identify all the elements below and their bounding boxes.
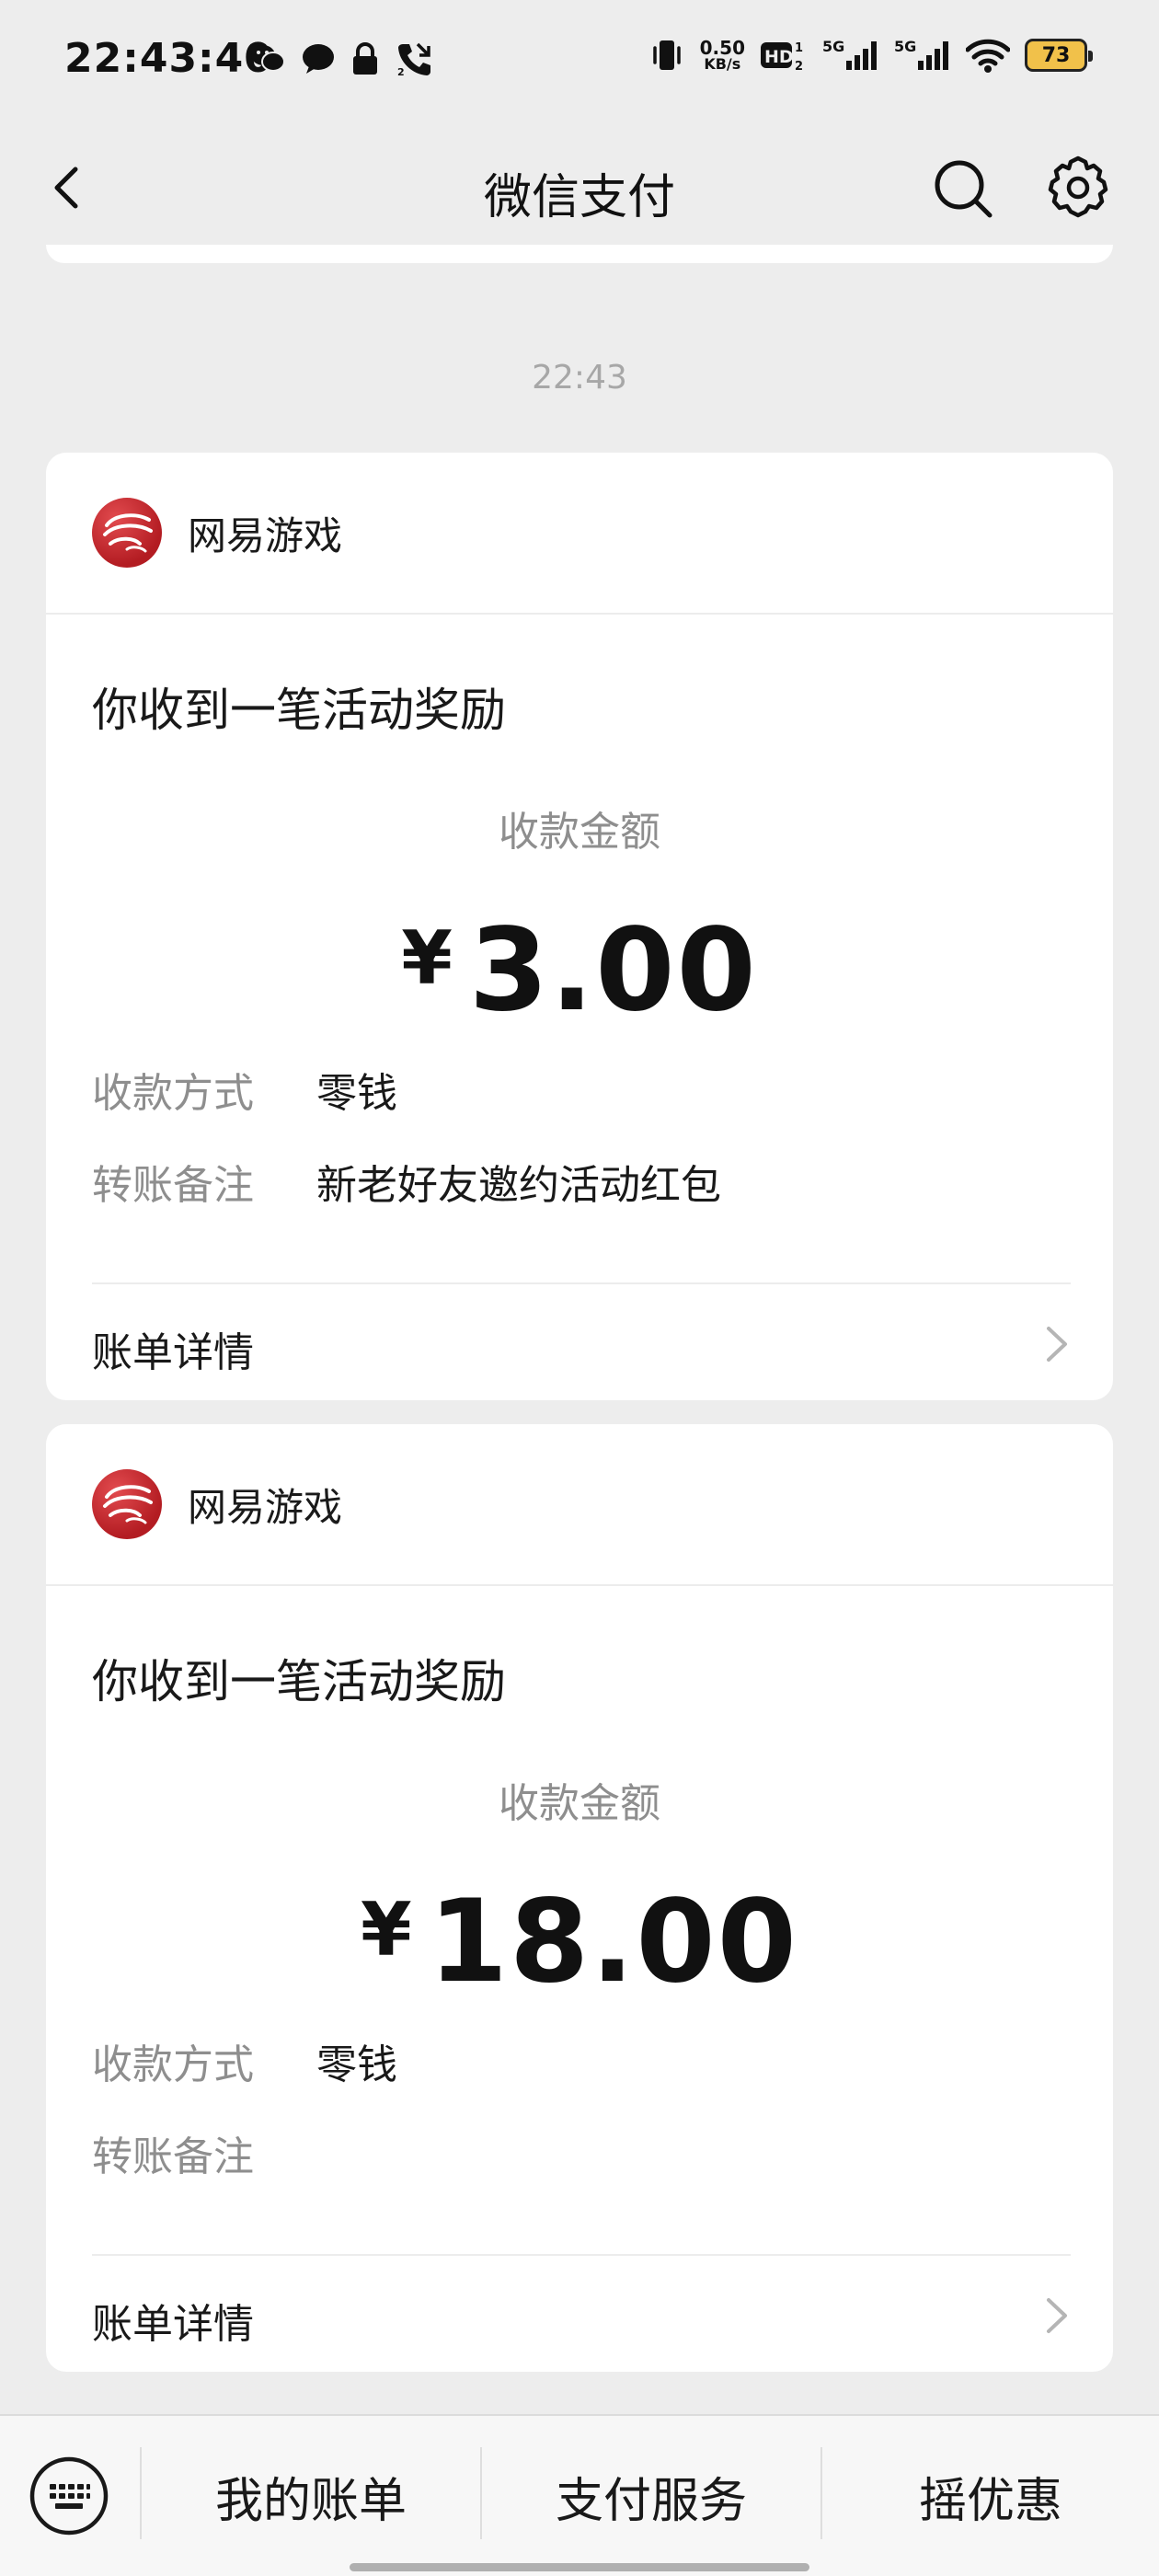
lock-icon [353, 42, 377, 75]
detail-key: 收款方式 [92, 1070, 254, 1117]
message-timestamp: 22:43 [532, 359, 627, 397]
payment-message-card[interactable]: 网易游戏 你收到一笔活动奖励 收款金额 ¥18.00 收款方式 零钱 转账备注 … [46, 1424, 1113, 2372]
svg-text:1: 1 [795, 41, 803, 55]
battery-level: 73 [1041, 43, 1071, 67]
detail-key: 收款方式 [92, 2041, 254, 2088]
wifi-icon [966, 39, 1010, 73]
svg-text:5G: 5G [822, 38, 844, 55]
brand-name: 网易游戏 [188, 1484, 343, 1530]
menu-item-shake-deals[interactable]: 摇优惠 [822, 2462, 1159, 2531]
payment-message-card[interactable]: 网易游戏 你收到一笔活动奖励 收款金额 ¥3.00 收款方式 零钱 转账备注 新… [46, 453, 1113, 1400]
chat-bubble-icon [303, 44, 334, 74]
detail-key: 转账备注 [92, 2133, 254, 2180]
card-title: 你收到一笔活动奖励 [92, 1655, 506, 1708]
detail-value: 新老好友邀约活动红包 [316, 1162, 721, 1209]
phone-call-icon: 2 [397, 42, 430, 77]
detail-key: 转账备注 [92, 1162, 254, 1209]
chevron-right-icon [1047, 1327, 1067, 1362]
home-indicator[interactable] [350, 2563, 809, 2571]
currency-symbol: ¥ [401, 915, 454, 1001]
battery-indicator: 73 [1025, 39, 1093, 72]
menu-item-my-bills[interactable]: 我的账单 [142, 2462, 480, 2531]
detail-value: 零钱 [316, 2041, 397, 2088]
netease-logo-icon [92, 498, 162, 568]
bill-details-link[interactable]: 账单详情 [46, 2256, 1113, 2372]
detail-value: 零钱 [316, 1070, 397, 1117]
status-bar: 22:43:40 2 0.50 KB/s HD 1 2 5G 5G 73 [0, 0, 1159, 120]
svg-text:HD: HD [764, 47, 794, 67]
amount-label: 收款金额 [499, 1780, 660, 1827]
amount-label: 收款金额 [499, 809, 660, 856]
vibrate-icon [652, 40, 681, 70]
amount-value: 18.00 [428, 1876, 798, 2008]
bottom-menu-bar: 我的账单 支付服务 摇优惠 [0, 2414, 1159, 2576]
netease-logo-icon [92, 1469, 162, 1539]
status-left-icons: 2 [250, 40, 432, 77]
svg-text:2: 2 [397, 66, 405, 77]
card-header[interactable]: 网易游戏 [46, 453, 1113, 615]
card-title: 你收到一笔活动奖励 [92, 684, 506, 737]
menu-item-payment-services[interactable]: 支付服务 [482, 2462, 820, 2531]
bill-details-label: 账单详情 [92, 1329, 254, 1376]
detail-row-method: 收款方式 零钱 [92, 1060, 397, 1119]
previous-card-edge [46, 245, 1113, 263]
status-time: 22:43:40 [64, 35, 273, 82]
detail-row-note: 转账备注 [92, 2123, 316, 2182]
amount: ¥3.00 [46, 894, 1113, 1035]
signal-5g-icon: 5G [822, 38, 877, 70]
amount-value: 3.00 [468, 904, 758, 1037]
wechat-icon [251, 45, 285, 72]
nav-bar: 微信支付 [0, 120, 1159, 256]
detail-row-note: 转账备注 新老好友邀约活动红包 [92, 1152, 721, 1211]
search-icon[interactable] [931, 156, 995, 221]
net-speed-unit: KB/s [704, 55, 741, 73]
chevron-right-icon [1047, 2298, 1067, 2333]
bill-details-label: 账单详情 [92, 2301, 254, 2348]
card-header[interactable]: 网易游戏 [46, 1424, 1113, 1586]
amount: ¥18.00 [46, 1866, 1113, 2007]
gear-icon[interactable] [1045, 155, 1111, 221]
keyboard-icon[interactable] [28, 2455, 110, 2537]
bill-details-link[interactable]: 账单详情 [46, 1284, 1113, 1400]
svg-text:5G: 5G [894, 38, 916, 55]
brand-name: 网易游戏 [188, 512, 343, 558]
svg-text:2: 2 [795, 60, 803, 74]
status-right-icons: 0.50 KB/s HD 1 2 5G 5G 73 [648, 37, 1093, 74]
net-speed: 0.50 KB/s [700, 39, 745, 72]
hd-icon: HD 1 2 [761, 41, 803, 74]
currency-symbol: ¥ [361, 1887, 414, 1972]
signal-5g-icon: 5G [894, 38, 948, 70]
net-speed-value: 0.50 [699, 37, 745, 59]
detail-row-method: 收款方式 零钱 [92, 2031, 397, 2090]
